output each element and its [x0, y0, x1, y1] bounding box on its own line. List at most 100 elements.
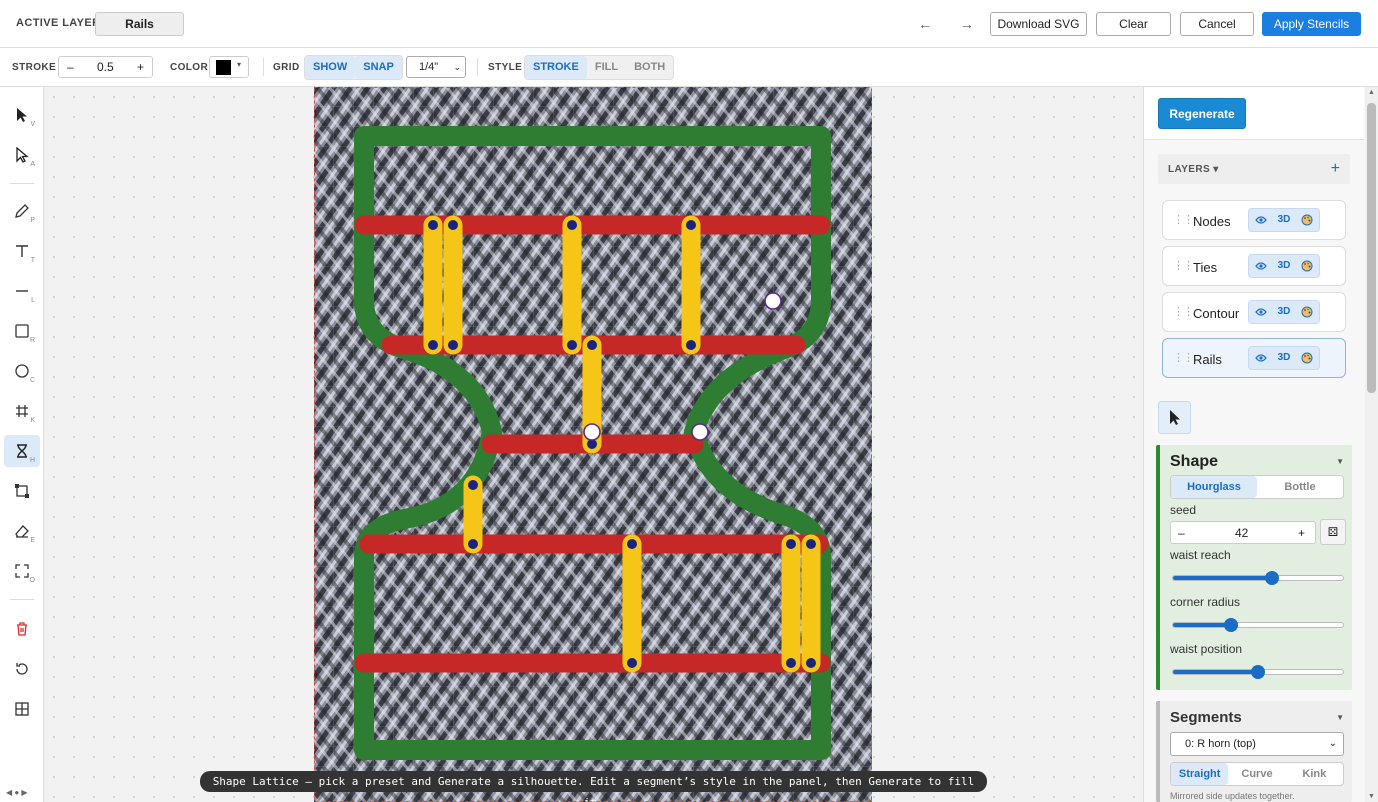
chevron-down-icon[interactable]: ▼	[1336, 457, 1344, 466]
hourglass-icon	[17, 444, 27, 458]
node	[784, 537, 798, 551]
3d-toggle[interactable]: 3D	[1272, 301, 1295, 323]
regenerate-bar: Regenerate	[1144, 87, 1364, 140]
layers-header: LAYERS ▾ +	[1158, 154, 1350, 184]
frame-tool[interactable]	[4, 475, 40, 507]
palette-icon[interactable]	[1296, 209, 1319, 231]
grid-tool[interactable]: K	[4, 395, 40, 427]
waist-reach-slider[interactable]	[1172, 571, 1344, 585]
node	[446, 218, 460, 232]
3d-toggle[interactable]: 3D	[1272, 347, 1295, 369]
cancel-button[interactable]: Cancel	[1180, 12, 1254, 36]
shape-card: Shape ▼ Hourglass Bottle seed – 42 + ⚄ w…	[1156, 445, 1352, 690]
layer-name: Contour	[1193, 306, 1240, 321]
crop-tool[interactable]: O	[4, 555, 40, 587]
eye-icon[interactable]	[1249, 255, 1272, 277]
artboard[interactable]	[314, 87, 872, 802]
palette-icon[interactable]	[1296, 347, 1319, 369]
eraser-tool[interactable]: E	[4, 515, 40, 547]
style-kink[interactable]: Kink	[1286, 763, 1343, 785]
stroke-value[interactable]: 0.5	[97, 60, 114, 74]
layer-actions: 3D	[1248, 300, 1320, 324]
pen-tool[interactable]: P	[4, 195, 40, 227]
seed-value[interactable]: 42	[1235, 526, 1248, 540]
stroke-minus-button[interactable]: –	[67, 60, 74, 74]
eye-icon[interactable]	[1249, 209, 1272, 231]
layout-tool[interactable]	[4, 693, 40, 725]
style-straight[interactable]: Straight	[1171, 763, 1229, 785]
scroll-thumb[interactable]	[1367, 103, 1376, 393]
segment-select[interactable]: 0: R horn (top) ⌄	[1170, 732, 1344, 756]
ellipse-tool[interactable]: C	[4, 355, 40, 387]
pointer-mode-button[interactable]	[1158, 401, 1191, 434]
select-tool[interactable]: V	[4, 99, 40, 131]
preset-hourglass[interactable]: Hourglass	[1171, 476, 1257, 498]
scroll-up-icon[interactable]: ▲	[1368, 89, 1375, 96]
eraser-icon	[15, 525, 29, 538]
stroke-stepper[interactable]: – 0.5 +	[58, 56, 153, 78]
regenerate-button[interactable]: Regenerate	[1158, 98, 1246, 129]
undo-icon[interactable]: ←	[915, 14, 935, 34]
seed-plus-button[interactable]: +	[1298, 526, 1305, 540]
pointer-icon	[17, 108, 27, 122]
layers-title[interactable]: LAYERS ▾	[1168, 164, 1219, 175]
grid-size-select[interactable]: 1/4" ⌄	[406, 56, 466, 78]
node	[565, 218, 579, 232]
layer-row-ties[interactable]: ⋮⋮ Ties 3D	[1162, 246, 1346, 286]
line-tool[interactable]: L	[4, 275, 40, 307]
stroke-plus-button[interactable]: +	[137, 60, 144, 74]
palette-icon[interactable]	[1296, 301, 1319, 323]
dice-icon[interactable]: ⚄	[1320, 519, 1346, 545]
node	[784, 656, 798, 670]
3d-toggle[interactable]: 3D	[1272, 255, 1295, 277]
scroll-down-icon[interactable]: ▼	[1368, 793, 1375, 800]
grid-show-toggle[interactable]: SHOW	[305, 56, 356, 79]
delete-tool[interactable]	[4, 613, 40, 645]
drag-grip-icon[interactable]: ⋮⋮	[1173, 213, 1194, 226]
panel-scrollbar[interactable]: ▲ ▼	[1365, 87, 1378, 802]
style-curve[interactable]: Curve	[1228, 763, 1285, 785]
node	[625, 537, 639, 551]
reset-tool[interactable]	[4, 653, 40, 685]
node	[684, 218, 698, 232]
style-fill-toggle[interactable]: FILL	[587, 56, 626, 79]
layer-name: Rails	[1193, 352, 1222, 367]
scroll-left-icon[interactable]: ◀ ● ▶	[6, 788, 28, 797]
color-picker[interactable]: ▾	[209, 56, 249, 78]
layer-row-nodes[interactable]: ⋮⋮ Nodes 3D	[1162, 200, 1346, 240]
seed-minus-button[interactable]: –	[1178, 526, 1185, 540]
preset-bottle[interactable]: Bottle	[1257, 476, 1343, 498]
palette-icon[interactable]	[1296, 255, 1319, 277]
redo-icon[interactable]: →	[957, 14, 977, 34]
clear-button[interactable]: Clear	[1096, 12, 1171, 36]
3d-toggle[interactable]: 3D	[1272, 209, 1295, 231]
eye-icon[interactable]	[1249, 301, 1272, 323]
style-toggle-group: STROKE FILL BOTH	[524, 55, 675, 80]
chevron-down-icon[interactable]: ▼	[1336, 713, 1344, 722]
divider	[10, 183, 34, 184]
direct-select-tool[interactable]: A	[4, 139, 40, 171]
corner-radius-slider[interactable]	[1172, 618, 1344, 632]
drag-grip-icon[interactable]: ⋮⋮	[1173, 305, 1194, 318]
waist-position-slider[interactable]	[1172, 665, 1344, 679]
active-layer-selector[interactable]: Rails	[95, 12, 184, 36]
grid-snap-toggle[interactable]: SNAP	[355, 56, 402, 79]
rectangle-tool[interactable]: R	[4, 315, 40, 347]
style-stroke-toggle[interactable]: STROKE	[525, 56, 587, 79]
eye-icon[interactable]	[1249, 347, 1272, 369]
apply-stencils-button[interactable]: Apply Stencils	[1262, 12, 1361, 36]
layer-row-rails[interactable]: ⋮⋮ Rails 3D	[1162, 338, 1346, 378]
active-layer-label: ACTIVE LAYER	[16, 17, 101, 29]
hourglass-tool[interactable]: H	[4, 435, 40, 467]
trash-icon	[17, 622, 27, 636]
color-swatch	[216, 60, 231, 75]
drag-grip-icon[interactable]: ⋮⋮	[1173, 259, 1194, 272]
seed-stepper[interactable]: – 42 +	[1170, 521, 1316, 544]
style-both-toggle[interactable]: BOTH	[626, 56, 673, 79]
text-tool[interactable]: T	[4, 235, 40, 267]
drag-grip-icon[interactable]: ⋮⋮	[1173, 351, 1194, 364]
download-svg-button[interactable]: Download SVG	[990, 12, 1087, 36]
add-layer-button[interactable]: +	[1331, 160, 1340, 178]
layer-row-contour[interactable]: ⋮⋮ Contour 3D	[1162, 292, 1346, 332]
node	[466, 537, 480, 551]
